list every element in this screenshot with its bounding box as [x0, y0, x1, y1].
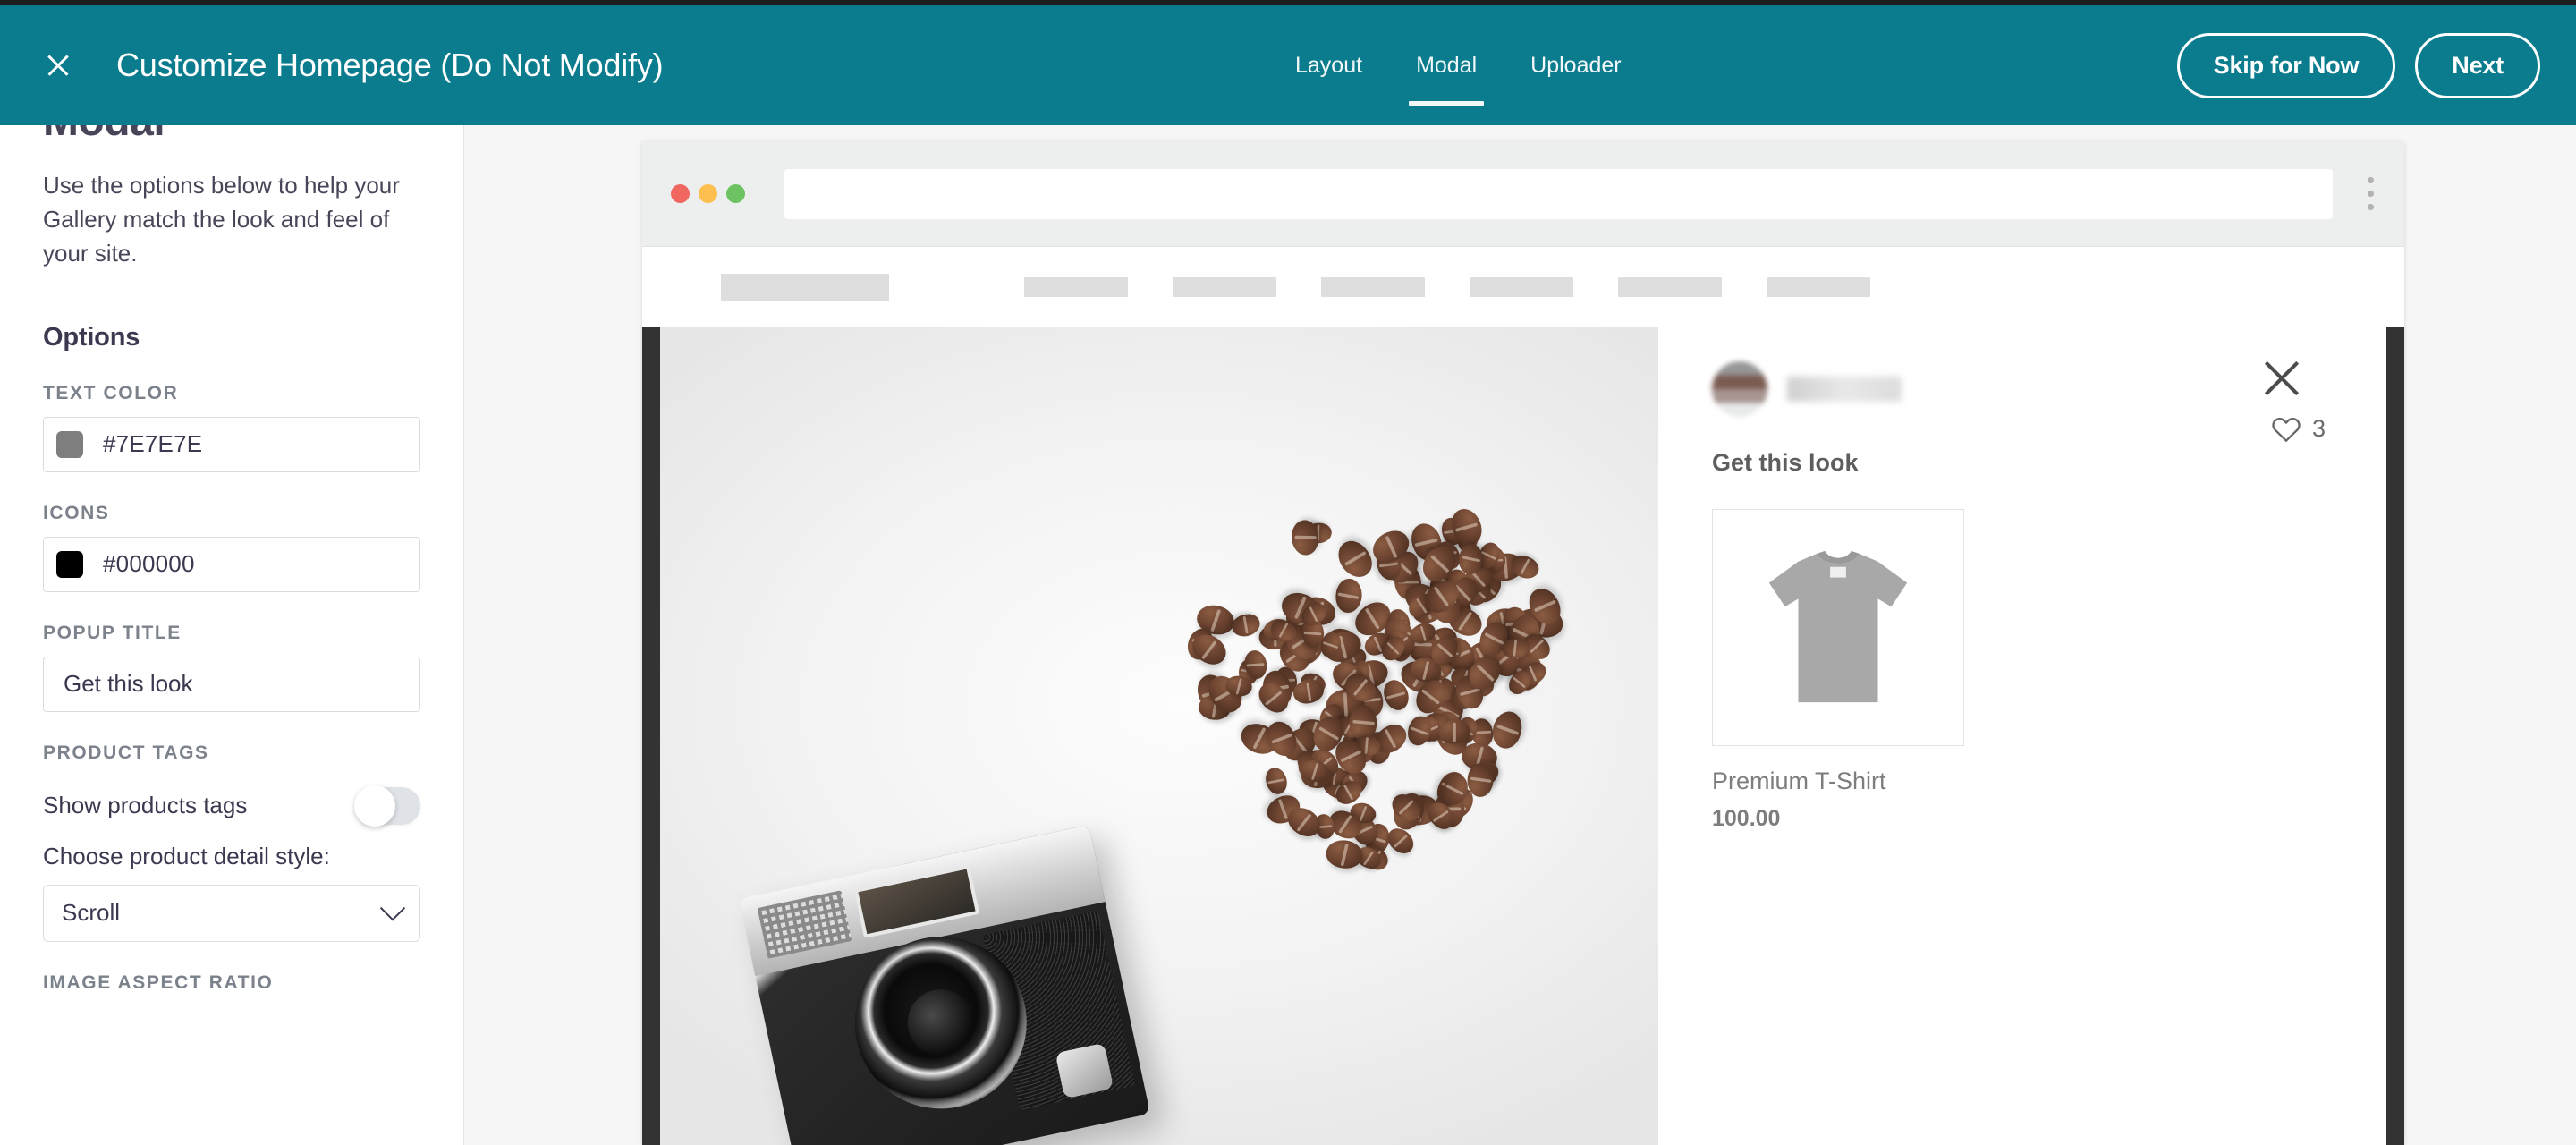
popup-title-input[interactable]: Get this look	[43, 656, 420, 712]
icons-color-value: #000000	[103, 550, 195, 578]
kebab-menu-icon[interactable]	[2358, 177, 2383, 210]
page-title: Customize Homepage (Do Not Modify)	[116, 47, 664, 83]
nav-item-placeholder	[1024, 277, 1128, 297]
product-card[interactable]	[1712, 509, 1964, 746]
icons-color-swatch[interactable]	[56, 550, 83, 578]
options-heading: Options	[43, 322, 140, 352]
modal-image	[642, 327, 1658, 1145]
camera-graphic	[739, 825, 1150, 1145]
coffee-bean	[1229, 610, 1263, 640]
author-name-blurred	[1787, 377, 1902, 402]
heart-icon	[2272, 417, 2301, 442]
text-color-input[interactable]: #7E7E7E	[43, 416, 420, 472]
tab-uploader[interactable]: Uploader	[1504, 5, 1648, 125]
popup-title-label: POPUP TITLE	[43, 622, 182, 643]
next-button[interactable]: Next	[2415, 32, 2540, 98]
like-count: 3	[2311, 415, 2326, 442]
nav-item-placeholder	[1173, 277, 1276, 297]
product-name: Premium T-Shirt	[1712, 768, 1886, 794]
coffee-bean	[1467, 762, 1495, 798]
image-aspect-ratio-label: IMAGE ASPECT RATIO	[43, 971, 274, 993]
nav-item-placeholder	[1618, 277, 1722, 297]
preview-pane: 3 Get this look Premium T-Shirt 100.00	[464, 125, 2576, 1145]
sidebar-description: Use the options below to help your Galle…	[43, 172, 400, 267]
close-icon[interactable]	[38, 45, 79, 86]
nav-logo-placeholder	[721, 274, 889, 301]
modal-detail-panel: 3 Get this look Premium T-Shirt 100.00	[1658, 327, 2404, 1145]
browser-url-input[interactable]	[784, 168, 2333, 219]
product-detail-style-value: Scroll	[62, 899, 121, 927]
header-tabs: Layout Modal Uploader	[1268, 5, 1648, 125]
show-product-tags-label: Show products tags	[43, 792, 248, 819]
like-button[interactable]: 3	[2271, 415, 2326, 443]
detail-style-label: Choose product detail style:	[43, 842, 330, 869]
browser-mockup: 3 Get this look Premium T-Shirt 100.00	[642, 141, 2404, 1145]
header-left-group: Customize Homepage (Do Not Modify)	[0, 45, 664, 86]
product-detail-style-select[interactable]: Scroll	[43, 884, 420, 942]
tab-layout[interactable]: Layout	[1268, 5, 1389, 125]
app-root: Customize Homepage (Do Not Modify) Layou…	[0, 0, 2576, 1145]
icons-color-label: ICONS	[43, 502, 110, 523]
nav-item-placeholder	[1470, 277, 1573, 297]
toggle-knob	[354, 785, 395, 827]
chevron-down-icon	[379, 895, 406, 921]
tab-modal[interactable]: Modal	[1389, 5, 1504, 125]
author-row	[1712, 361, 2338, 417]
browser-chrome-bar	[642, 141, 2404, 247]
coffee-bean	[1502, 638, 1529, 659]
popup-title-heading: Get this look	[1712, 449, 1859, 476]
app-header: Customize Homepage (Do Not Modify) Layou…	[0, 5, 2576, 125]
show-product-tags-row: Show products tags	[43, 780, 420, 832]
traffic-light-dots	[671, 184, 745, 203]
popup-title-value: Get this look	[64, 670, 193, 698]
options-sidebar: Modal Use the options below to help your…	[0, 125, 464, 1145]
tshirt-icon	[1768, 550, 1908, 702]
product-price: 100.00	[1712, 806, 1781, 831]
text-color-value: #7E7E7E	[103, 430, 203, 458]
minimize-dot-icon[interactable]	[699, 184, 717, 203]
nav-item-placeholder	[1767, 277, 1870, 297]
coffee-beans-heart-graphic	[1161, 488, 1581, 909]
gallery-modal: 3 Get this look Premium T-Shirt 100.00	[642, 327, 2404, 1145]
coffee-bean	[1383, 823, 1419, 859]
nav-item-placeholder	[1321, 277, 1425, 297]
icons-color-input[interactable]: #000000	[43, 536, 420, 592]
site-nav-placeholder	[642, 247, 2404, 327]
skip-for-now-button[interactable]: Skip for Now	[2176, 32, 2396, 98]
sidebar-panel-title: Modal	[43, 125, 420, 143]
maximize-dot-icon[interactable]	[726, 184, 745, 203]
header-actions: Skip for Now Next	[2176, 5, 2540, 125]
product-tags-label: PRODUCT TAGS	[43, 742, 209, 763]
close-dot-icon[interactable]	[671, 184, 690, 203]
avatar	[1712, 361, 1767, 417]
coffee-bean	[1324, 837, 1364, 870]
text-color-label: TEXT COLOR	[43, 382, 179, 403]
text-color-swatch[interactable]	[56, 430, 83, 458]
show-product-tags-toggle[interactable]	[354, 785, 420, 827]
coffee-bean	[1334, 578, 1364, 615]
coffee-bean	[1262, 765, 1291, 798]
modal-close-icon[interactable]	[2259, 356, 2304, 401]
coffee-bean	[1488, 708, 1526, 752]
coffee-bean	[1332, 534, 1379, 583]
